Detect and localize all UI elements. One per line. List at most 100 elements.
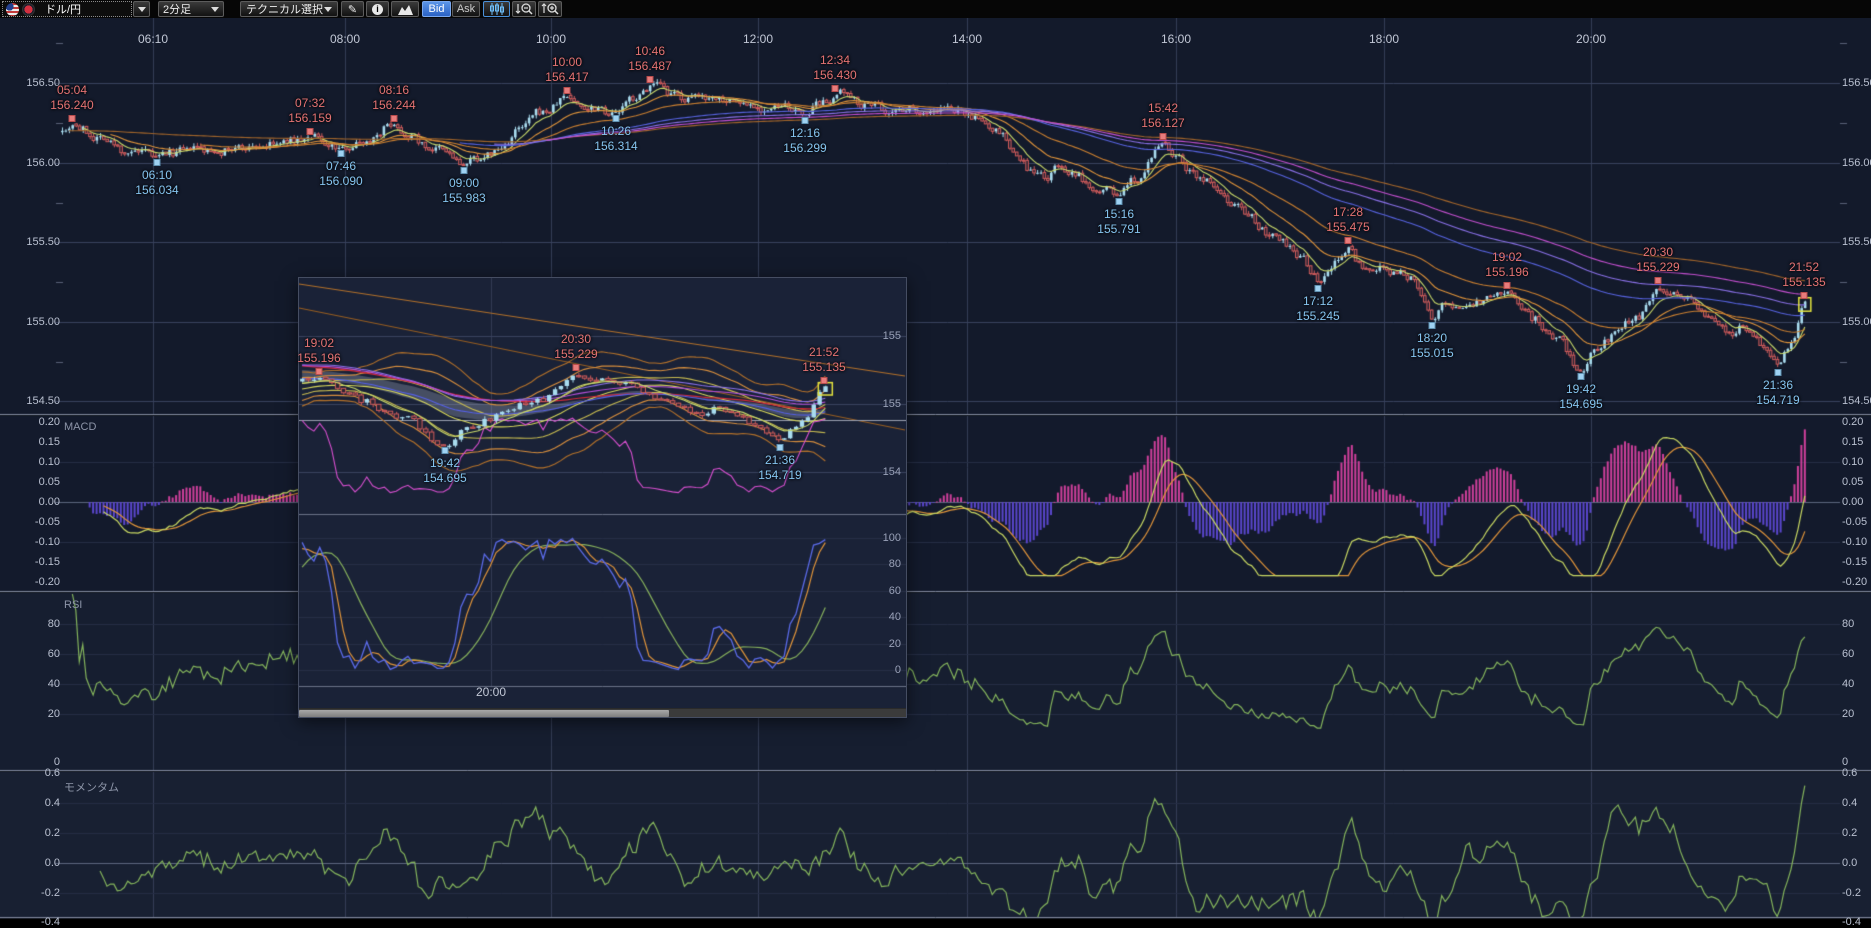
technical-select-button[interactable]: テクニカル選択 — [240, 1, 338, 17]
macd-axis-label-left: -0.05 — [16, 516, 60, 528]
swing-marker — [1160, 133, 1167, 140]
overlay-axis-label: 100 — [867, 532, 901, 544]
macd-axis-label-left: 0.00 — [16, 496, 60, 508]
technical-select-label: テクニカル選択 — [246, 1, 323, 17]
price-annotation: 10:26156.314 — [594, 124, 637, 154]
overlay-axis-label: 155 — [867, 330, 901, 342]
fx-chart-app: ドル/円 2分足 テクニカル選択 ✎ i Bid Ask — [0, 0, 1871, 919]
price-annotation: 07:46156.090 — [319, 159, 362, 189]
macd-axis-label-left: -0.15 — [16, 556, 60, 568]
chevron-down-icon — [211, 7, 219, 12]
momentum-axis-label-right: -0.4 — [1842, 916, 1861, 928]
macd-axis-label-right: -0.05 — [1842, 516, 1867, 528]
ask-button[interactable]: Ask — [452, 1, 480, 17]
price-annotation: 15:16155.791 — [1097, 207, 1140, 237]
currency-pair-label: ドル/円 — [45, 1, 81, 17]
rsi-axis-label-right: 60 — [1842, 648, 1854, 660]
time-axis-label: 16:00 — [1161, 32, 1191, 46]
main-axis-label-right: 156.50 — [1842, 77, 1871, 89]
zoom-in-icon — [541, 2, 560, 16]
main-axis-label-right: 154.50 — [1842, 395, 1871, 407]
area-chart-button[interactable] — [391, 1, 419, 17]
currency-pair-selector[interactable]: ドル/円 — [2, 1, 132, 17]
macd-axis-label-left: 0.15 — [16, 436, 60, 448]
swing-marker — [647, 76, 654, 83]
overlay-scrollbar-thumb[interactable] — [299, 710, 669, 717]
price-annotation: 10:00156.417 — [545, 55, 588, 85]
macd-axis-label-right: -0.10 — [1842, 536, 1867, 548]
swing-marker — [1116, 198, 1123, 205]
candle-chart-button[interactable] — [483, 1, 510, 17]
swing-marker — [338, 150, 345, 157]
time-axis-label: 10:00 — [536, 32, 566, 46]
swing-marker — [821, 377, 828, 384]
swing-marker — [69, 115, 76, 122]
momentum-axis-label-right: 0.0 — [1842, 857, 1857, 869]
macd-axis-label-left: 0.20 — [16, 416, 60, 428]
swing-marker — [391, 115, 398, 122]
bid-button[interactable]: Bid — [422, 1, 451, 17]
time-axis-label: 20:00 — [1576, 32, 1606, 46]
overlay-axis-label: 80 — [867, 558, 901, 570]
price-annotation: 19:02155.196 — [297, 336, 340, 366]
pencil-icon: ✎ — [348, 3, 357, 16]
currency-dropdown-button[interactable] — [133, 1, 150, 17]
price-annotation: 18:20155.015 — [1410, 331, 1453, 361]
macd-axis-label-left: -0.10 — [16, 536, 60, 548]
price-annotation: 05:04156.240 — [50, 83, 93, 113]
swing-marker — [777, 444, 784, 451]
macd-axis-label-left: 0.05 — [16, 476, 60, 488]
chevron-down-icon — [138, 7, 146, 12]
price-chart-canvas[interactable] — [0, 18, 1871, 919]
main-axis-label-left: 155.50 — [16, 236, 60, 248]
momentum-axis-label-left: 0.4 — [16, 797, 60, 809]
swing-marker — [564, 87, 571, 94]
macd-panel-label: MACD — [64, 421, 96, 433]
price-annotation: 19:42154.695 — [1559, 382, 1602, 412]
price-annotation: 19:02155.196 — [1485, 250, 1528, 280]
area-chart-icon — [397, 3, 414, 16]
momentum-axis-label-left: -0.2 — [16, 887, 60, 899]
swing-marker — [1655, 277, 1662, 284]
price-annotation: 07:32156.159 — [288, 96, 331, 126]
overlay-chart-canvas[interactable] — [299, 278, 906, 708]
swing-marker — [1429, 322, 1436, 329]
overlay-axis-label: 155 — [867, 398, 901, 410]
macd-axis-label-left: -0.20 — [16, 576, 60, 588]
swing-marker — [442, 447, 449, 454]
macd-axis-label-right: 0.10 — [1842, 456, 1863, 468]
macd-axis-label-right: 0.15 — [1842, 436, 1863, 448]
swing-marker — [1801, 292, 1808, 299]
main-axis-label-left: 155.00 — [16, 316, 60, 328]
price-annotation: 21:52155.135 — [802, 345, 845, 375]
ask-label: Ask — [457, 3, 475, 15]
draw-pencil-button[interactable]: ✎ — [341, 1, 364, 17]
momentum-axis-label-right: -0.2 — [1842, 887, 1861, 899]
momentum-axis-label-left: -0.4 — [16, 916, 60, 928]
price-annotation: 21:36154.719 — [1756, 378, 1799, 408]
overlay-axis-label: 40 — [867, 611, 901, 623]
macd-axis-label-right: -0.15 — [1842, 556, 1867, 568]
overlay-axis-label: 0 — [867, 664, 901, 676]
info-icon: i — [372, 4, 383, 15]
us-flag-icon — [6, 3, 19, 16]
price-annotation: 21:36154.719 — [758, 453, 801, 483]
rsi-axis-label-left: 80 — [16, 618, 60, 630]
rsi-axis-label-left: 40 — [16, 678, 60, 690]
info-button[interactable]: i — [366, 1, 389, 17]
price-annotation: 10:46156.487 — [628, 44, 671, 74]
overlay-scrollbar[interactable] — [299, 708, 906, 717]
zoom-out-button[interactable] — [512, 1, 536, 17]
zoom-in-button[interactable] — [538, 1, 562, 17]
detached-chart-window[interactable]: 20:00 15515515410080604020019:02155.1961… — [298, 277, 907, 718]
swing-marker — [1345, 237, 1352, 244]
price-annotation: 17:28155.475 — [1326, 205, 1369, 235]
time-axis-label: 12:00 — [743, 32, 773, 46]
chart-area: MACD RSI モメンタム 20:00 1551551541008060402… — [0, 18, 1871, 919]
momentum-axis-label-left: 0.2 — [16, 827, 60, 839]
swing-marker — [307, 128, 314, 135]
timeframe-selector[interactable]: 2分足 — [158, 1, 224, 17]
rsi-axis-label-left: 20 — [16, 708, 60, 720]
timeframe-label: 2分足 — [163, 1, 191, 17]
swing-marker — [316, 368, 323, 375]
